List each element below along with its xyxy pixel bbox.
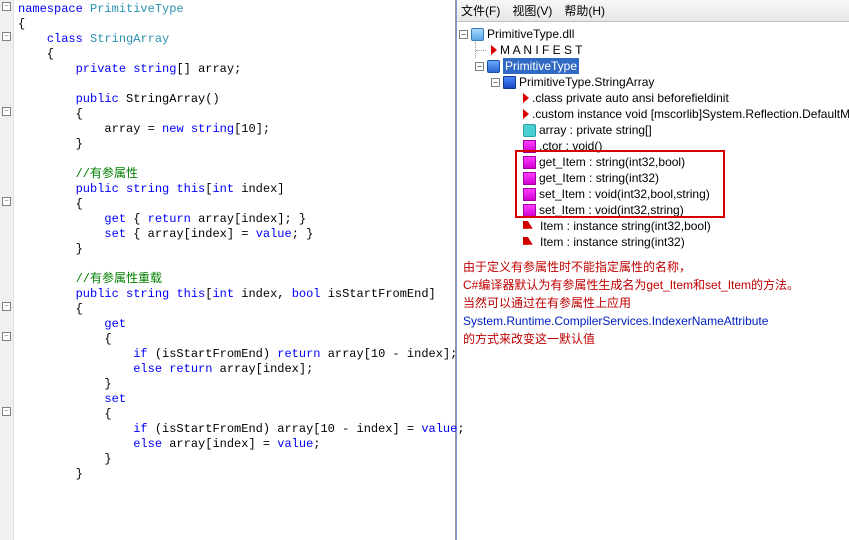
explain-line: 当然可以通过在有参属性上应用 [463,294,843,312]
folding-gutter: − − − − − − − [0,0,14,540]
highlight-box [515,150,725,218]
assembly-icon [471,28,484,41]
node-label-selected: PrimitiveType [503,58,579,74]
fold-toggle[interactable]: − [2,197,11,206]
field-icon [523,124,536,137]
tree-node-field[interactable]: array : private string[] [459,122,847,138]
menu-bar: 文件(F) 视图(V) 帮助(H) [457,0,849,22]
tree-node-assembly[interactable]: − PrimitiveType.dll [459,26,847,42]
tree-node-attr[interactable]: .custom instance void [mscorlib]System.R… [459,106,847,122]
fold-toggle[interactable]: − [2,332,11,341]
fold-toggle[interactable]: − [2,407,11,416]
expander-icon[interactable]: − [475,62,484,71]
fold-toggle[interactable]: − [2,32,11,41]
class-icon [503,76,516,89]
node-label: Item : instance string(int32,bool) [540,218,711,234]
attribute-icon [523,109,529,119]
expander-icon[interactable]: − [459,30,468,39]
tree-node-property[interactable]: Item : instance string(int32) [459,234,847,250]
namespace-icon [487,60,500,73]
node-label: PrimitiveType.StringArray [519,74,654,90]
fold-toggle[interactable]: − [2,302,11,311]
menu-file[interactable]: 文件(F) [461,2,500,19]
tree-node-property[interactable]: Item : instance string(int32,bool) [459,218,847,234]
expander-icon[interactable]: − [491,78,500,87]
explain-line: 的方式来改变这一默认值 [463,330,843,348]
node-label: .class private auto ansi beforefieldinit [532,90,729,106]
explanation-text: 由于定义有参属性时不能指定属性的名称， C#编译器默认为有参属性生成名为get_… [457,254,849,352]
menu-view[interactable]: 视图(V) [512,2,552,19]
menu-help[interactable]: 帮助(H) [564,2,605,19]
node-label: array : private string[] [539,122,652,138]
node-label: Item : instance string(int32) [540,234,685,250]
tree-node-namespace[interactable]: − PrimitiveType [459,58,847,74]
code-content[interactable]: namespace PrimitiveType { class StringAr… [14,0,455,482]
node-label: M A N I F E S T [500,42,582,58]
explain-line-attribute: System.Runtime.CompilerServices.IndexerN… [463,312,843,330]
property-icon [523,221,533,229]
explain-line: 由于定义有参属性时不能指定属性的名称， [463,258,843,276]
tree-node-attr[interactable]: .class private auto ansi beforefieldinit [459,90,847,106]
node-label: .custom instance void [mscorlib]System.R… [532,106,849,122]
fold-toggle[interactable]: − [2,107,11,116]
attribute-icon [523,93,529,103]
fold-toggle[interactable]: − [2,2,11,11]
assembly-tree[interactable]: − PrimitiveType.dll M A N I F E S T − Pr… [457,22,849,254]
manifest-icon [491,45,497,55]
ildasm-panel: 文件(F) 视图(V) 帮助(H) − PrimitiveType.dll M … [456,0,849,540]
code-editor: − − − − − − − namespace PrimitiveType { … [0,0,456,540]
tree-node-manifest[interactable]: M A N I F E S T [459,42,847,58]
tree-node-class[interactable]: − PrimitiveType.StringArray [459,74,847,90]
explain-line: C#编译器默认为有参属性生成名为get_Item和set_Item的方法。 [463,276,843,294]
property-icon [523,237,533,245]
node-label: PrimitiveType.dll [487,26,574,42]
